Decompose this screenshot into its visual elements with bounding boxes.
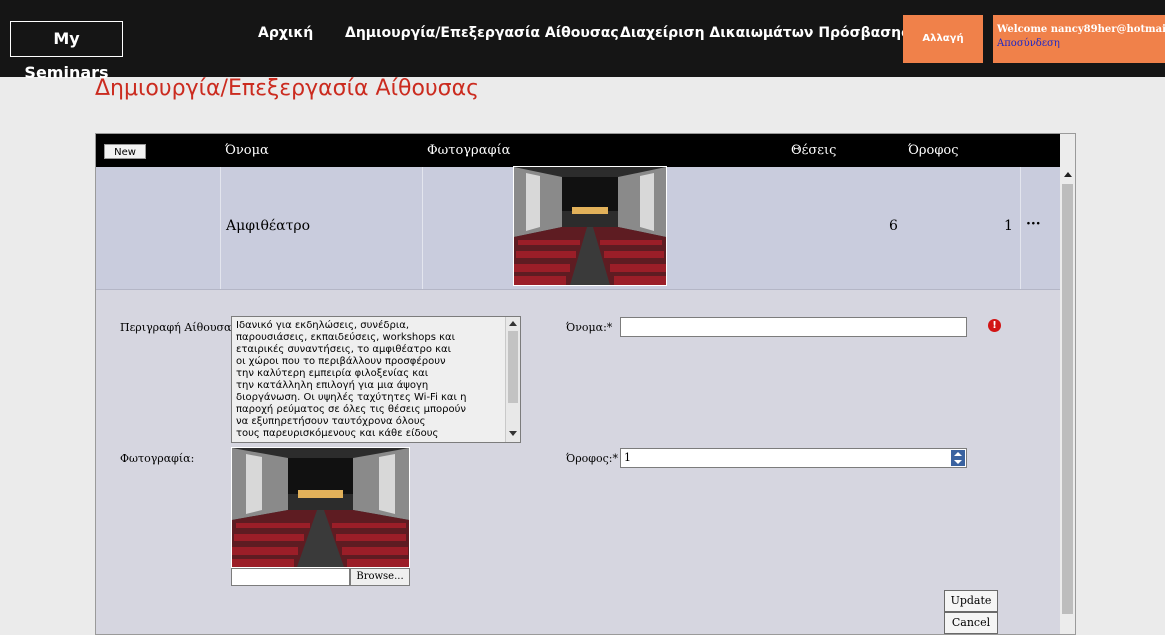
scroll-up-icon[interactable] (509, 321, 517, 326)
column-divider (220, 167, 221, 289)
name-input[interactable] (620, 317, 967, 337)
room-name-cell: Αμφιθέατρο (226, 218, 311, 234)
description-scrollbar[interactable] (505, 317, 520, 442)
scroll-up-icon[interactable] (1064, 172, 1072, 177)
table-row[interactable]: Αμφιθέατρο 6 1 ··· (96, 166, 1060, 290)
column-divider (422, 167, 423, 289)
auditorium-image (232, 448, 409, 567)
logout-link[interactable]: Αποσύνδεση (997, 38, 1060, 49)
page-title: Δημιουργία/Επεξεργασία Αίθουσας (95, 76, 480, 101)
grid-scroll-thumb[interactable] (1062, 184, 1073, 614)
column-header-name[interactable]: Όνομα (225, 143, 269, 158)
photo-label: Φωτογραφία: (120, 452, 195, 465)
floor-spin-buttons[interactable] (951, 450, 965, 466)
file-path-field[interactable] (231, 568, 350, 586)
column-header-photo[interactable]: Φωτογραφία (427, 143, 510, 158)
floor-value: 1 (624, 451, 631, 464)
browse-button[interactable]: Browse... (350, 568, 410, 586)
row-actions-menu[interactable]: ··· (1026, 216, 1041, 232)
grid-header: New Όνομα Φωτογραφία Θέσεις Όροφος (96, 134, 1060, 167)
seats-cell: 6 (889, 218, 898, 234)
floor-label: Όροφος:* (566, 452, 618, 465)
room-photo-preview (231, 447, 410, 568)
column-header-seats[interactable]: Θέσεις (791, 143, 836, 158)
description-text: Ιδανικό για εκδηλώσεις, συνέδρια, παρουσ… (236, 320, 467, 439)
top-navigation-bar: My Seminars Αρχική Δημιουργία/Επεξεργασί… (0, 0, 1165, 82)
spin-up-icon[interactable] (954, 452, 962, 456)
description-label: Περιγραφή Αίθουσας:* (120, 321, 247, 334)
rooms-grid: New Όνομα Φωτογραφία Θέσεις Όροφος Αμφιθ… (95, 133, 1076, 635)
new-room-button[interactable]: New (104, 144, 146, 159)
nav-access-rights[interactable]: Διαχείριση Δικαιωμάτων Πρόσβασης (620, 25, 909, 41)
spin-down-icon[interactable] (954, 460, 962, 464)
floor-spinner-input[interactable]: 1 (620, 448, 967, 468)
scroll-down-icon[interactable] (509, 431, 517, 436)
room-photo-thumbnail (513, 166, 667, 286)
grid-scrollbar[interactable] (1060, 134, 1075, 634)
cancel-button[interactable]: Cancel (944, 612, 998, 634)
change-profile-button[interactable]: Αλλαγή Προφίλ (903, 15, 983, 63)
welcome-text: Welcome nancy89her@hotmail.com (997, 24, 1165, 35)
floor-cell: 1 (1004, 218, 1013, 234)
description-textarea[interactable]: Ιδανικό για εκδηλώσεις, συνέδρια, παρουσ… (231, 316, 521, 443)
column-header-floor[interactable]: Όροφος (908, 143, 959, 158)
error-icon: ! (988, 319, 1001, 332)
column-divider (1020, 167, 1021, 289)
nav-create-edit-room[interactable]: Δημιουργία/Επεξεργασία Αίθουσας (345, 25, 619, 41)
app-window: My Seminars Αρχική Δημιουργία/Επεξεργασί… (0, 0, 1165, 635)
user-welcome-panel: Welcome nancy89her@hotmail.com Αποσύνδεσ… (993, 15, 1165, 63)
auditorium-image (514, 167, 666, 285)
brand-logo[interactable]: My Seminars (10, 21, 123, 82)
update-button[interactable]: Update (944, 590, 998, 612)
description-scroll-thumb[interactable] (508, 331, 518, 403)
nav-home[interactable]: Αρχική (258, 25, 313, 41)
name-label: Όνομα:* (566, 321, 613, 334)
